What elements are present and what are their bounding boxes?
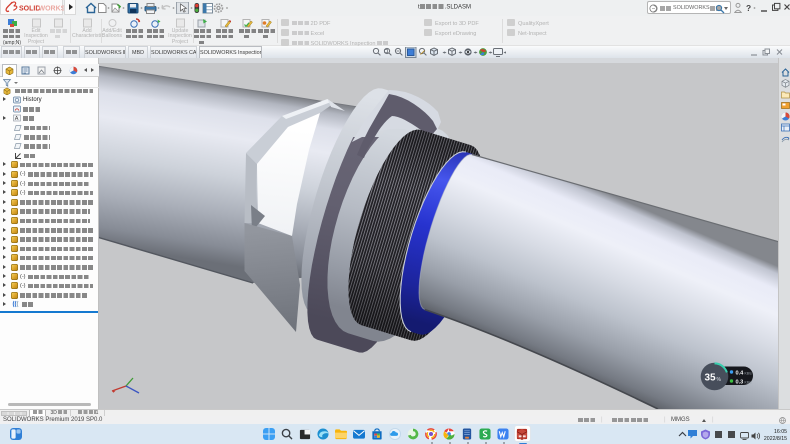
svg-text:0.4: 0.4 — [736, 371, 745, 377]
svg-text:%: % — [717, 377, 722, 383]
svg-text:0.3: 0.3 — [736, 380, 744, 386]
svg-text:A: A — [15, 116, 19, 122]
svg-text:35: 35 — [705, 373, 717, 384]
svg-text:SOLID: SOLID — [19, 6, 40, 13]
svg-text:KB/s: KB/s — [745, 380, 752, 384]
svg-text:?: ? — [746, 3, 751, 13]
svg-text:WORKS: WORKS — [39, 6, 65, 13]
svg-text:KB/s: KB/s — [745, 371, 752, 375]
